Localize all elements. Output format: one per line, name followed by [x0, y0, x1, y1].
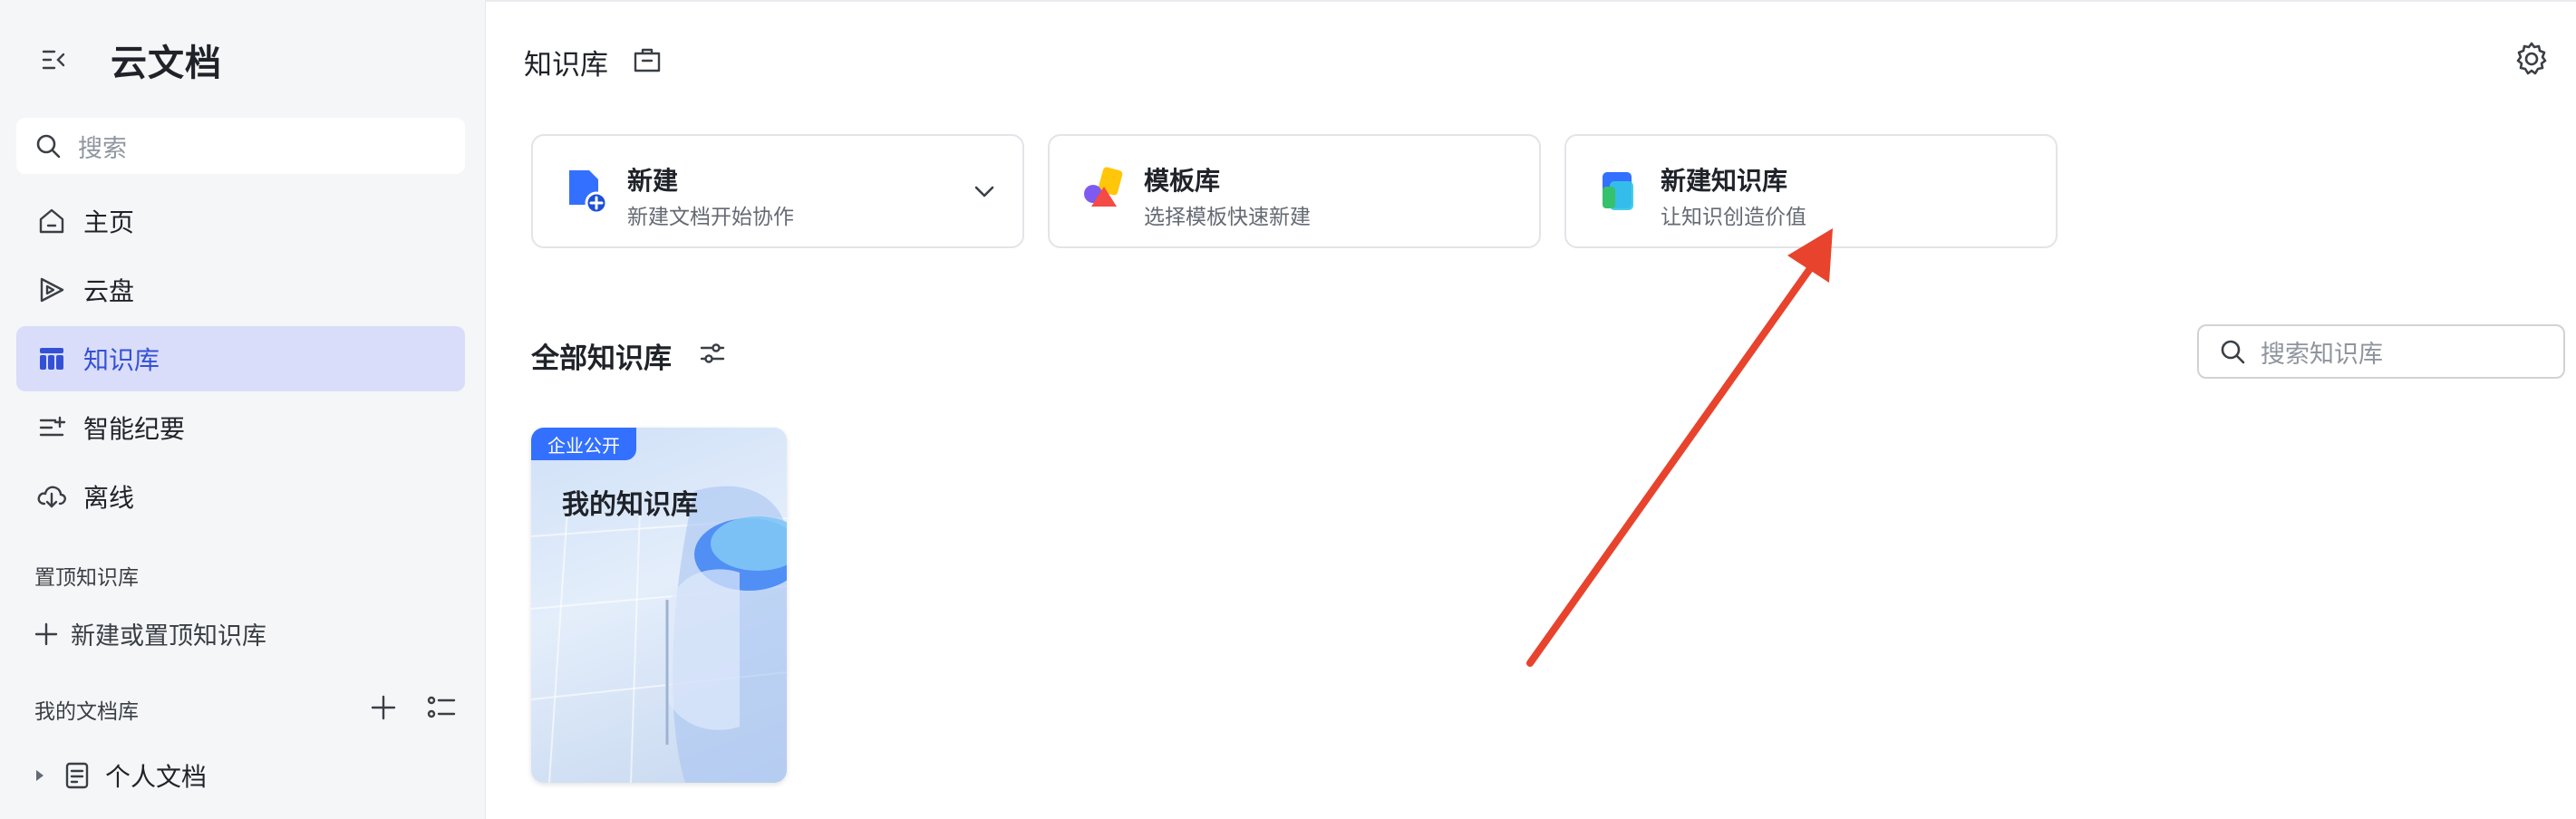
knowledge-base-card[interactable]: 企业公开 我的知识库 — [531, 428, 787, 783]
tree-item-personal-docs[interactable]: 个人文档 — [31, 757, 207, 794]
sidebar-item-label: 知识库 — [83, 345, 160, 375]
smart-minutes-icon — [34, 410, 69, 445]
sidebar-item-label: 离线 — [83, 483, 135, 513]
sidebar-search-placeholder: 搜索 — [78, 134, 127, 163]
visibility-tag: 企业公开 — [531, 428, 636, 460]
main-content: 知识库 新建 新建文档开始协作 模板库 选择模板快速新建 新建知识库 让知识创造… — [486, 0, 2576, 819]
add-library-plus-icon[interactable] — [366, 690, 401, 725]
new-doc-icon — [569, 170, 608, 215]
knowledge-base-search-input[interactable]: 搜索知识库 — [2197, 324, 2565, 379]
app-title: 云文档 — [111, 43, 222, 84]
new-knowledge-base-card[interactable]: 新建知识库 让知识创造价值 — [1564, 134, 2058, 248]
sidebar-item-label: 云盘 — [83, 276, 135, 306]
card-subtitle: 选择模板快速新建 — [1144, 206, 1311, 229]
home-icon — [34, 204, 69, 238]
knowledge-base-cover-image — [531, 486, 787, 783]
sidebar-search-input[interactable]: 搜索 — [16, 118, 465, 174]
pinned-section-label: 置顶知识库 — [34, 566, 139, 590]
my-library-section-label: 我的文档库 — [34, 700, 139, 724]
knowledge-base-info-icon[interactable] — [631, 43, 663, 76]
search-icon — [36, 134, 61, 159]
card-subtitle: 新建文档开始协作 — [627, 206, 794, 229]
knowledge-base-icon — [34, 342, 69, 376]
cloud-drive-icon — [34, 273, 69, 307]
sidebar-item-cloud-drive[interactable]: 云盘 — [16, 257, 465, 323]
search-icon — [2221, 340, 2245, 364]
new-or-pin-knowledge-base-button[interactable]: 新建或置顶知识库 — [31, 616, 266, 651]
sidebar: 云文档 搜索 主页 云盘 知识库 智能纪要 离线 置顶知识库 新建或置顶知识库 … — [0, 0, 486, 819]
collapse-sidebar-icon[interactable] — [36, 42, 73, 78]
offline-download-icon — [34, 479, 69, 514]
plus-icon — [31, 619, 62, 650]
tree-item-label: 个人文档 — [105, 762, 208, 792]
sidebar-item-label: 智能纪要 — [83, 414, 186, 444]
settings-gear-icon[interactable] — [2513, 40, 2551, 78]
sidebar-item-knowledge-base[interactable]: 知识库 — [16, 326, 465, 391]
card-subtitle: 让知识创造价值 — [1661, 206, 1806, 229]
filter-sliders-icon[interactable] — [696, 337, 729, 370]
sidebar-header: 云文档 — [36, 33, 222, 87]
new-knowledge-base-icon — [1603, 172, 1633, 210]
kb-search-placeholder: 搜索知识库 — [2261, 340, 2383, 369]
card-title: 模板库 — [1144, 166, 1221, 196]
sidebar-item-label: 主页 — [83, 207, 135, 237]
card-title: 新建 — [627, 166, 679, 196]
expand-caret-icon[interactable] — [31, 766, 49, 785]
sidebar-item-offline[interactable]: 离线 — [16, 464, 465, 529]
app-window: 云文档 搜索 主页 云盘 知识库 智能纪要 离线 置顶知识库 新建或置顶知识库 … — [0, 0, 2576, 819]
sidebar-item-smart-minutes[interactable]: 智能纪要 — [16, 395, 465, 460]
template-icon — [1084, 167, 1123, 207]
all-knowledge-bases-title: 全部知识库 — [531, 342, 672, 375]
knowledge-base-name: 我的知识库 — [562, 489, 698, 521]
document-icon — [62, 760, 92, 791]
new-or-pin-label: 新建或置顶知识库 — [71, 622, 266, 650]
card-title: 新建知识库 — [1661, 166, 1788, 196]
template-library-card[interactable]: 模板库 选择模板快速新建 — [1048, 134, 1541, 248]
sidebar-item-home[interactable]: 主页 — [16, 188, 465, 254]
chevron-down-icon[interactable] — [970, 178, 999, 207]
list-options-icon[interactable] — [424, 690, 459, 725]
my-library-actions — [366, 690, 459, 725]
page-title: 知识库 — [524, 49, 608, 82]
new-document-card[interactable]: 新建 新建文档开始协作 — [531, 134, 1024, 248]
